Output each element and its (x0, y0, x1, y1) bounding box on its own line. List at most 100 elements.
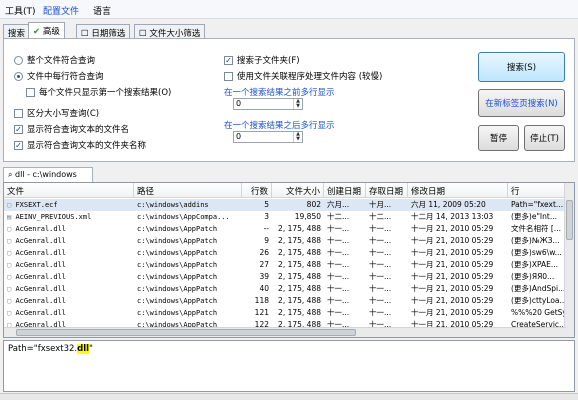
horizontal-scrollbar[interactable] (4, 327, 566, 337)
col-lines[interactable]: 行数 (242, 183, 272, 198)
table-row[interactable]: ▢ AcGenral.dll c:\windows\AppPatch 39 2, 17… (4, 271, 566, 283)
stop-button[interactable]: 停止(T) (524, 125, 565, 151)
file-name: FXSEXT.ecf (15, 201, 58, 209)
search-subfolders-checkbox[interactable]: ✓ 搜索子文件夹(F) (224, 54, 300, 66)
cell-lines: 27 (259, 260, 269, 269)
preview-pane[interactable]: Path="fxsext32.dll" (3, 340, 575, 392)
col-created[interactable]: 创建日期 (324, 183, 366, 198)
spinner-value: 0 (236, 132, 242, 141)
cell-file: ▢ AcGenral.dll (4, 235, 134, 247)
cell-lines: 9 (264, 236, 269, 245)
cell-line: (更多)XPAE... (511, 260, 559, 269)
table-row[interactable]: ▢ AcGenral.dll c:\windows\AppPatch 26 2, 17… (4, 247, 566, 259)
col-file[interactable]: 文件 (4, 183, 134, 198)
cell-lines: 26 (259, 248, 269, 257)
cell-line: (更多)№ЖЗ... (511, 236, 560, 245)
option-label: 区分大小写查询(C) (27, 109, 100, 119)
col-modified[interactable]: 修改日期 (408, 183, 508, 198)
option-label: 使用文件关联程序处理文件内容 (较慢) (237, 72, 383, 82)
show-filename-checkbox[interactable]: ✓ 显示符合查询文本的文件名 (14, 123, 129, 135)
show-foldername-checkbox[interactable]: ✓ 显示符合查询文本的文件夹名称 (14, 139, 146, 151)
cell-size: 2, 175, 488 (278, 248, 321, 257)
file-name: AcGenral.dll (15, 225, 67, 233)
table-row[interactable]: ▢ FXSEXT.ecf c:\windows\addins 5 802 六月... 十月… (4, 199, 566, 211)
use-assoc-checkbox[interactable]: 使用文件关联程序处理文件内容 (较慢) (224, 70, 382, 82)
search-button[interactable]: 搜索(S) (478, 52, 565, 82)
cell-line: 文件名相符 [... (511, 224, 561, 233)
results-table: 文件 路径 行数 文件大小 创建日期 存取日期 修改日期 行 ▢ FXSEXT.… (3, 182, 575, 338)
result-tab[interactable]: ⌕ dll - c:\windows (3, 167, 93, 182)
cell-accessed: 十一... (369, 308, 392, 317)
spinner-arrows-icon[interactable]: ▲ ▼ (293, 132, 302, 142)
spinner-arrows-icon[interactable]: ▲ ▼ (293, 99, 302, 109)
col-size[interactable]: 文件大小 (272, 183, 324, 198)
tab-search[interactable]: 搜索 (3, 24, 31, 39)
cell-file: ▢ AcGenral.dll (4, 271, 134, 283)
search-tabs: 搜索 ✔ 高级 ☐ 日期筛选 ☐ 文件大小筛选 (0, 22, 578, 39)
cell-line: (更多)cttyLoa... (511, 296, 566, 305)
scroll-thumb[interactable] (566, 200, 573, 240)
cell-created: 六月... (327, 200, 350, 209)
radio-icon (14, 55, 23, 65)
scroll-thumb[interactable] (16, 329, 356, 336)
cell-modified: 十一月 21, 2010 05:29 (411, 296, 494, 305)
cell-size: 2, 175, 488 (278, 284, 321, 293)
cell-lines: 118 (254, 296, 269, 305)
cell-path: c:\windows\AppPatch (137, 261, 218, 269)
menu-tools[interactable]: 工具(T) (5, 4, 36, 17)
menu-config[interactable]: 配置文件 (43, 4, 79, 17)
spinner-value: 0 (236, 99, 242, 108)
new-tab-search-button[interactable]: 在新标签页搜索(N) (478, 89, 565, 117)
table-row[interactable]: ▢ AcGenral.dll c:\windows\AppPatch -- 2, 17… (4, 223, 566, 235)
col-accessed[interactable]: 存取日期 (366, 183, 408, 198)
cell-accessed: 十一... (369, 284, 392, 293)
tab-date-filter[interactable]: ☐ 日期筛选 (76, 24, 131, 39)
col-path[interactable]: 路径 (134, 183, 242, 198)
case-sensitive-checkbox[interactable]: 区分大小写查询(C) (14, 107, 99, 119)
cell-modified: 十一月 21, 2010 05:29 (411, 260, 494, 269)
preview-text: " (89, 344, 93, 354)
lines-before-spinner[interactable]: 0 ▲ ▼ (233, 98, 303, 110)
tab-size-filter[interactable]: ☐ 文件大小筛选 (134, 24, 206, 39)
cell-path: c:\windows\AppPatch (137, 225, 218, 233)
tab-advanced[interactable]: ✔ 高级 (28, 22, 65, 39)
cell-created: 十一... (327, 224, 350, 233)
table-row[interactable]: ▢ AcGenral.dll c:\windows\AppPatch 27 2, 17… (4, 259, 566, 271)
search-icon: ⌕ (8, 170, 13, 179)
file-name: AcGenral.dll (15, 297, 67, 305)
first-result-checkbox[interactable]: 每个文件只显示第一个搜索结果(O) (26, 86, 171, 98)
cell-size: 19,850 (294, 212, 321, 221)
cell-line: Path="fxext... (511, 200, 564, 209)
cell-accessed: 十一... (369, 224, 392, 233)
table-row[interactable]: ▢ AcGenral.dll c:\windows\AppPatch 9 2, 175… (4, 235, 566, 247)
cell-modified: 十一月 21, 2010 05:29 (411, 308, 494, 317)
whole-file-radio[interactable]: 整个文件符合查询 (14, 54, 95, 66)
cell-lines: -- (263, 224, 269, 233)
per-line-radio[interactable]: 文件中每行符合查询 (14, 70, 104, 82)
file-name: AcGenral.dll (15, 237, 67, 245)
cell-accessed: 十二... (369, 212, 392, 221)
checkmark-icon: ✓ (14, 124, 23, 134)
lines-after-spinner[interactable]: 0 ▲ ▼ (233, 131, 303, 143)
cell-accessed: 十一... (369, 272, 392, 281)
col-line[interactable]: 行 (508, 183, 566, 198)
cell-accessed: 十月... (369, 200, 392, 209)
pause-button[interactable]: 暂停 (478, 125, 519, 151)
table-row[interactable]: ▢ AcGenral.dll c:\windows\AppPatch 40 2, 17… (4, 283, 566, 295)
table-row[interactable]: ▢ AcGenral.dll c:\windows\AppPatch 118 2, 1… (4, 295, 566, 307)
option-label: 每个文件只显示第一个搜索结果(O) (39, 88, 172, 98)
vertical-scrollbar[interactable] (564, 183, 574, 337)
menu-language[interactable]: 语言 (93, 4, 111, 17)
cell-path: c:\windows\AppPatch (137, 297, 218, 305)
table-row[interactable]: ▢ AcGenral.dll c:\windows\AppPatch 121 2, 1… (4, 307, 566, 319)
file-name: AcGenral.dll (15, 309, 67, 317)
cell-accessed: 十一... (369, 236, 392, 245)
cell-modified: 十一月 21, 2010 05:29 (411, 236, 494, 245)
cell-path: c:\windows\AppPatch (137, 249, 218, 257)
cell-size: 2, 175, 488 (278, 260, 321, 269)
preview-highlight: dll (77, 344, 90, 354)
cell-created: 十一... (327, 272, 350, 281)
table-row[interactable]: ▤ AEINV_PREVIOUS.xml c:\windows\AppCompa.… (4, 211, 566, 223)
cell-file: ▢ AcGenral.dll (4, 283, 134, 295)
cell-lines: 121 (254, 308, 269, 317)
